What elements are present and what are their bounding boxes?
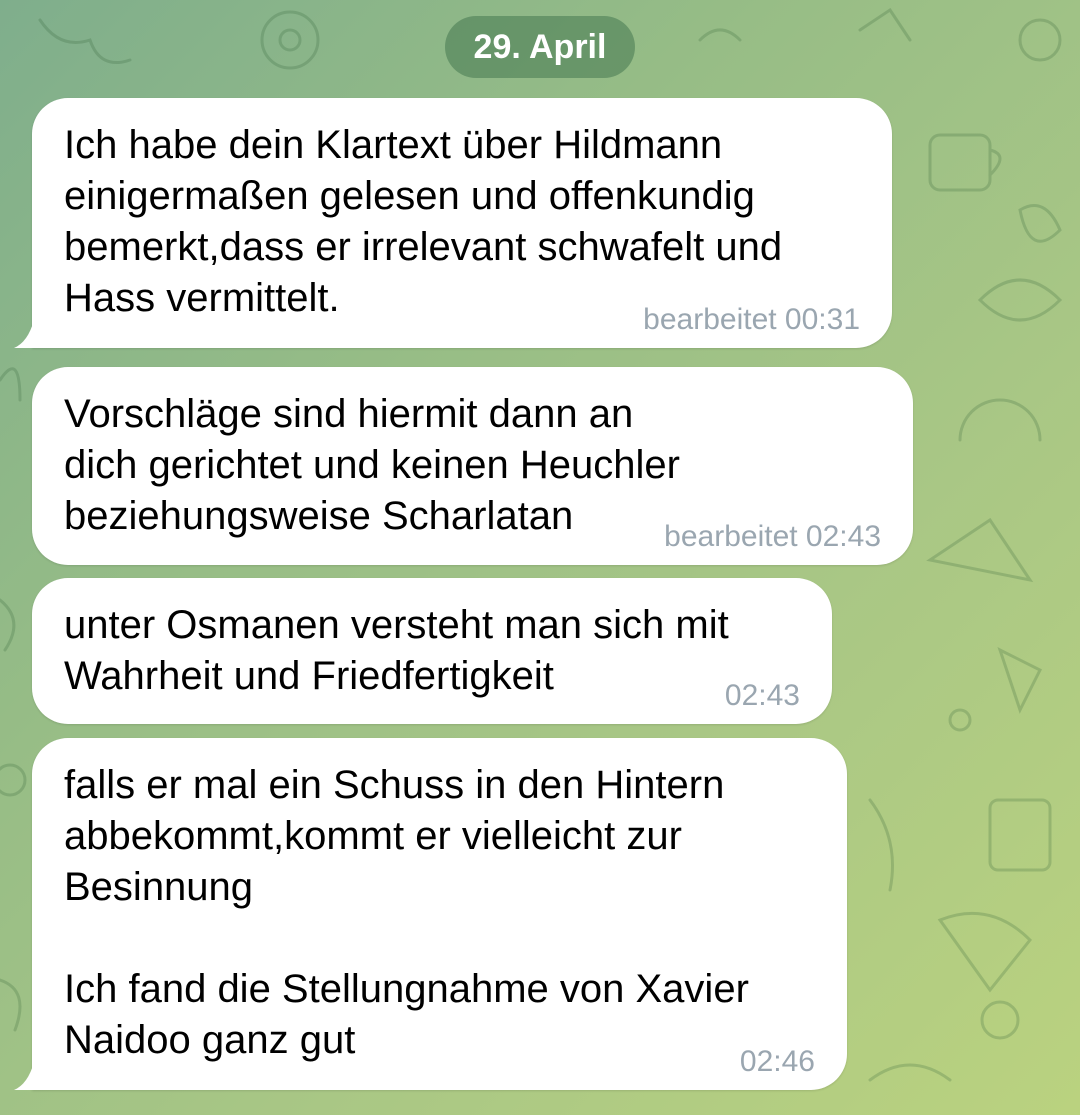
message-text: falls er mal ein Schuss in den Hintern a… [64,763,749,1062]
message-edited-time: bearbeitet 02:43 [664,520,881,553]
message-text: Ich habe dein Klartext über Hildmann ein… [64,123,794,320]
message-bubble[interactable]: unter Osmanen versteht man sich mit Wahr… [32,578,832,724]
message-text: Vorschläge sind hiermit dann an dich ger… [64,392,692,538]
bubble-tail [14,1062,34,1090]
message-time: 02:43 [724,679,800,712]
date-label: 29. April [473,27,607,66]
message-bubble[interactable]: Vorschläge sind hiermit dann an dich ger… [32,367,913,565]
message-edited-time: bearbeitet 00:31 [643,303,860,336]
date-separator: 29. April [445,16,635,78]
message-text: unter Osmanen versteht man sich mit Wahr… [64,603,740,698]
message-bubble[interactable]: falls er mal ein Schuss in den Hintern a… [14,738,847,1090]
bubble-tail [14,320,34,348]
message-time: 02:46 [739,1045,815,1078]
message-bubble[interactable]: Ich habe dein Klartext über Hildmann ein… [14,98,892,348]
